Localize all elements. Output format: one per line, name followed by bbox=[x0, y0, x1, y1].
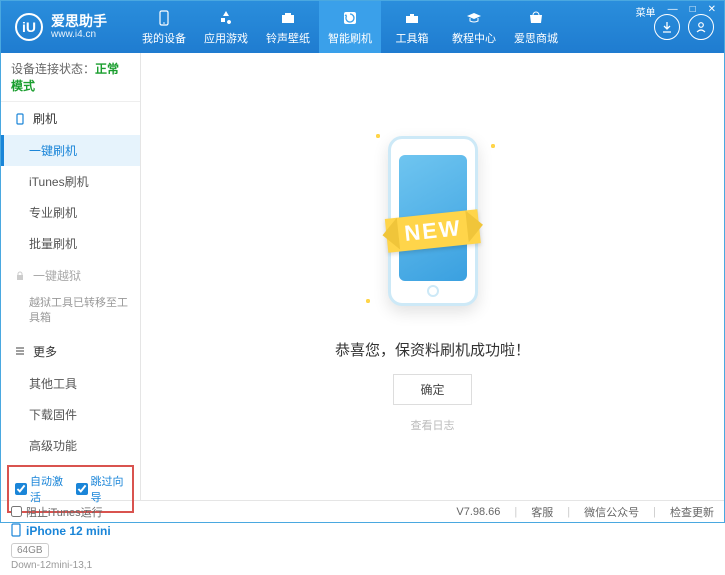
phone-illustration: NEW bbox=[363, 121, 503, 321]
sparkle-icon bbox=[373, 131, 383, 141]
version-label: V7.98.66 bbox=[456, 506, 500, 518]
view-log-link[interactable]: 查看日志 bbox=[411, 417, 455, 433]
nav-app-game[interactable]: 应用游戏 bbox=[195, 1, 257, 53]
apps-icon bbox=[217, 9, 235, 27]
conn-label: 设备连接状态： bbox=[11, 62, 95, 76]
device-row[interactable]: iPhone 12 mini bbox=[11, 523, 130, 540]
auto-activate-checkbox[interactable]: 自动激活 bbox=[15, 473, 66, 505]
shop-icon bbox=[527, 9, 545, 27]
sidebar-item-advanced[interactable]: 高级功能 bbox=[1, 430, 140, 461]
sidebar: 设备连接状态：正常模式 刷机 一键刷机 iTunes刷机 专业刷机 批量刷机 一… bbox=[1, 53, 141, 500]
nav-label: 工具箱 bbox=[396, 30, 429, 46]
sidebar-item-other-tools[interactable]: 其他工具 bbox=[1, 368, 140, 399]
briefcase-icon bbox=[279, 9, 297, 27]
group-label: 一键越狱 bbox=[33, 267, 81, 284]
success-message: 恭喜您，保资料刷机成功啦！ bbox=[335, 339, 530, 360]
brand-name: 爱思助手 bbox=[51, 13, 107, 29]
window-controls: 菜单 — □ ✕ bbox=[633, 4, 719, 19]
body: 设备连接状态：正常模式 刷机 一键刷机 iTunes刷机 专业刷机 批量刷机 一… bbox=[1, 53, 724, 500]
nav-ringtone-wallpaper[interactable]: 铃声壁纸 bbox=[257, 1, 319, 53]
block-itunes-label: 阻止iTunes运行 bbox=[26, 504, 103, 520]
phone-home-icon bbox=[427, 285, 439, 297]
logo-icon: iU bbox=[15, 13, 43, 41]
jailbreak-note: 越狱工具已转移至工具箱 bbox=[1, 292, 140, 335]
maximize-icon[interactable]: □ bbox=[687, 4, 699, 19]
menu-icon[interactable]: 菜单 bbox=[633, 4, 659, 19]
brand-text: 爱思助手 www.i4.cn bbox=[51, 13, 107, 41]
device-info: iPhone 12 mini 64GB Down-12mini-13,1 bbox=[1, 517, 140, 575]
sidebar-item-itunes-flash[interactable]: iTunes刷机 bbox=[1, 166, 140, 197]
separator: | bbox=[514, 506, 517, 518]
wechat-link[interactable]: 微信公众号 bbox=[584, 504, 639, 520]
block-itunes-checkbox[interactable] bbox=[11, 506, 22, 517]
sidebar-item-one-click-flash[interactable]: 一键刷机 bbox=[1, 135, 140, 166]
refresh-icon bbox=[341, 9, 359, 27]
sidebar-item-pro-flash[interactable]: 专业刷机 bbox=[1, 197, 140, 228]
sidebar-group-jailbreak: 一键越狱 bbox=[1, 259, 140, 292]
statusbar: 阻止iTunes运行 V7.98.66 | 客服 | 微信公众号 | 检查更新 bbox=[1, 500, 724, 522]
nav-toolbox[interactable]: 工具箱 bbox=[381, 1, 443, 53]
nav-tutorial[interactable]: 教程中心 bbox=[443, 1, 505, 53]
separator: | bbox=[653, 506, 656, 518]
skip-wizard-checkbox[interactable]: 跳过向导 bbox=[76, 473, 127, 505]
nav-my-device[interactable]: 我的设备 bbox=[133, 1, 195, 53]
sidebar-item-download-firmware[interactable]: 下载固件 bbox=[1, 399, 140, 430]
sidebar-group-flash[interactable]: 刷机 bbox=[1, 102, 140, 135]
brand-url: www.i4.cn bbox=[51, 29, 107, 41]
main-content: NEW 恭喜您，保资料刷机成功啦！ 确定 查看日志 bbox=[141, 53, 724, 500]
phone-outline-icon bbox=[155, 9, 173, 27]
cb-label: 跳过向导 bbox=[91, 473, 127, 505]
separator: | bbox=[567, 506, 570, 518]
device-name: iPhone 12 mini bbox=[26, 524, 111, 538]
hamburger-icon bbox=[13, 345, 27, 357]
support-link[interactable]: 客服 bbox=[531, 504, 553, 520]
phone-small-icon bbox=[11, 523, 21, 540]
storage-badge: 64GB bbox=[11, 543, 49, 558]
graduation-cap-icon bbox=[465, 9, 483, 27]
toolbox-icon bbox=[403, 9, 421, 27]
check-update-link[interactable]: 检查更新 bbox=[670, 504, 714, 520]
nav-label: 爱思商城 bbox=[514, 30, 558, 46]
nav: 我的设备 应用游戏 铃声壁纸 智能刷机 工具箱 教程中心 爱思商城 bbox=[133, 1, 654, 53]
nav-label: 我的设备 bbox=[142, 30, 186, 46]
connection-status: 设备连接状态：正常模式 bbox=[1, 53, 140, 102]
sidebar-item-batch-flash[interactable]: 批量刷机 bbox=[1, 228, 140, 259]
minimize-icon[interactable]: — bbox=[665, 4, 681, 19]
logo-area: iU 爱思助手 www.i4.cn bbox=[1, 13, 121, 41]
nav-shop[interactable]: 爱思商城 bbox=[505, 1, 567, 53]
phone-icon bbox=[13, 113, 27, 125]
lock-icon bbox=[13, 270, 27, 282]
sparkle-icon bbox=[488, 141, 498, 151]
nav-label: 铃声壁纸 bbox=[266, 30, 310, 46]
device-meta: Down-12mini-13,1 bbox=[11, 560, 130, 571]
group-label: 刷机 bbox=[33, 110, 57, 127]
ok-button[interactable]: 确定 bbox=[393, 374, 471, 405]
nav-label: 教程中心 bbox=[452, 30, 496, 46]
cb-label: 自动激活 bbox=[30, 473, 66, 505]
sidebar-group-more[interactable]: 更多 bbox=[1, 335, 140, 368]
close-icon[interactable]: ✕ bbox=[705, 4, 719, 19]
nav-smart-flash[interactable]: 智能刷机 bbox=[319, 1, 381, 53]
nav-label: 应用游戏 bbox=[204, 30, 248, 46]
group-label: 更多 bbox=[33, 343, 57, 360]
nav-label: 智能刷机 bbox=[328, 30, 372, 46]
sparkle-icon bbox=[363, 296, 373, 306]
header: iU 爱思助手 www.i4.cn 我的设备 应用游戏 铃声壁纸 智能刷机 工具… bbox=[1, 1, 724, 53]
